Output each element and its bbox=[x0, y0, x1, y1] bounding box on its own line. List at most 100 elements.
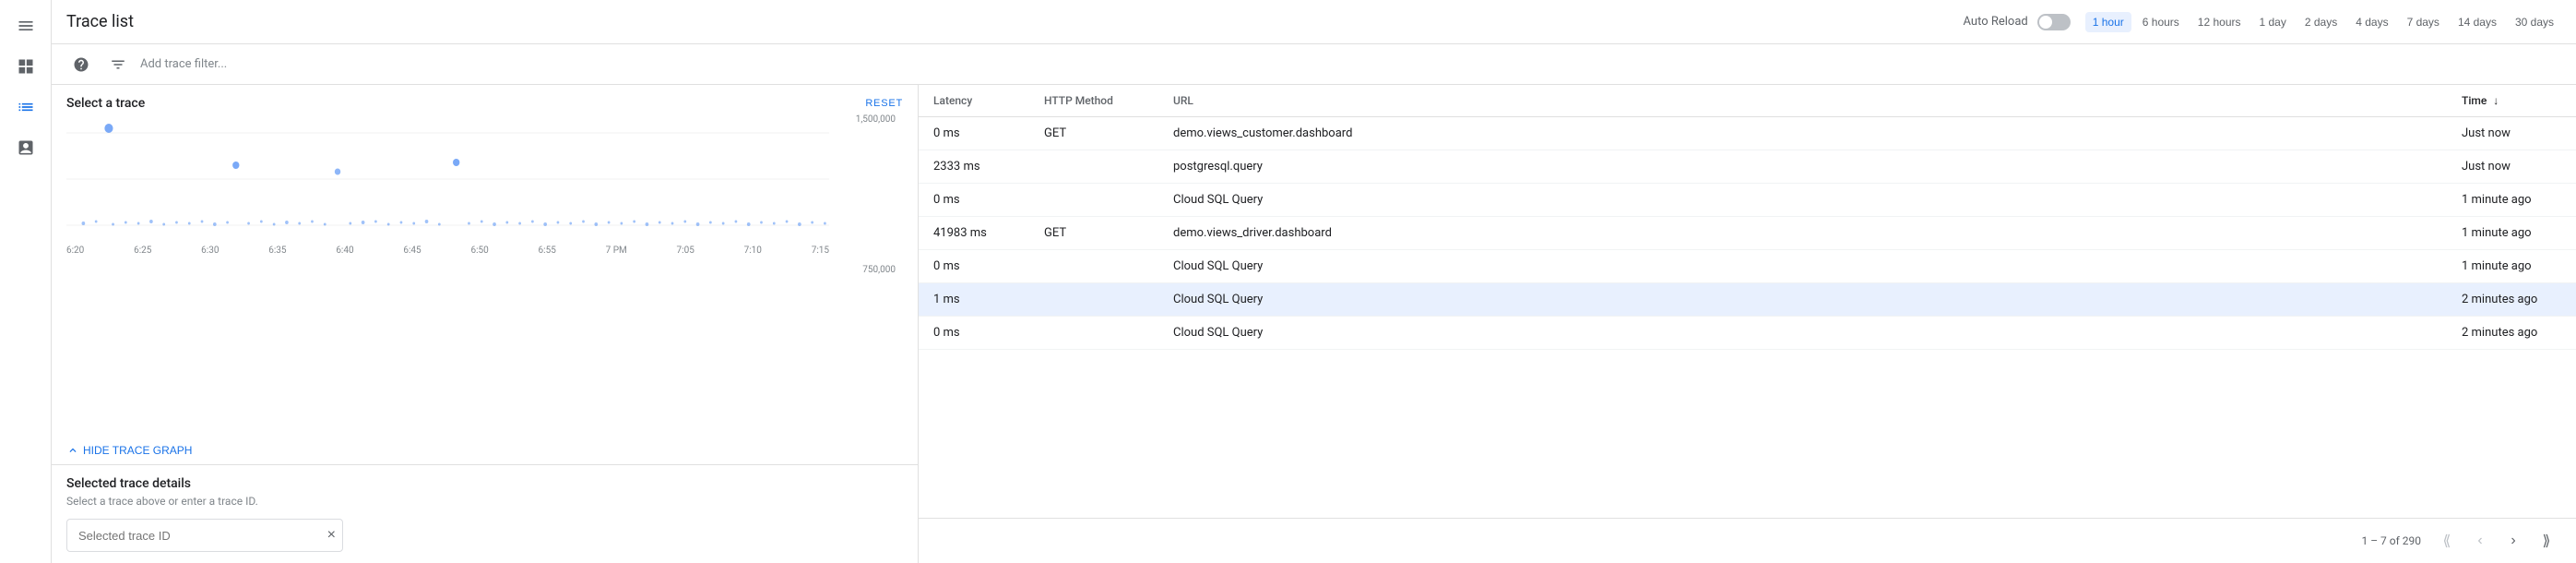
analytics-icon[interactable] bbox=[7, 129, 44, 166]
y-label-top: 1,500,000 bbox=[856, 114, 896, 125]
trace-details: Selected trace details Select a trace ab… bbox=[52, 464, 918, 563]
x-label-5: 6:45 bbox=[403, 246, 421, 256]
cell-method: GET bbox=[1029, 117, 1158, 150]
menu-icon[interactable] bbox=[7, 7, 44, 44]
filter-placeholder: Add trace filter... bbox=[140, 57, 227, 71]
page-title: Trace list bbox=[66, 12, 1964, 31]
time-btn-4d[interactable]: 4 days bbox=[2348, 12, 2395, 32]
table-row[interactable]: 2333 ms postgresql.query Just now bbox=[919, 150, 2576, 184]
cell-time: 1 minute ago bbox=[2447, 250, 2576, 283]
x-label-4: 6:40 bbox=[336, 246, 353, 256]
time-btn-1d[interactable]: 1 day bbox=[2252, 12, 2294, 32]
cell-time: 1 minute ago bbox=[2447, 184, 2576, 217]
graph-title: Select a trace bbox=[66, 96, 145, 111]
x-axis: 6:20 6:25 6:30 6:35 6:40 6:45 6:50 6:55 … bbox=[66, 244, 829, 258]
auto-reload-toggle[interactable] bbox=[2037, 14, 2071, 30]
time-btn-6h[interactable]: 6 hours bbox=[2135, 12, 2187, 32]
table-row[interactable]: 0 ms GET demo.views_customer.dashboard J… bbox=[919, 117, 2576, 150]
right-panel: Latency HTTP Method URL Time ↓ bbox=[919, 85, 2576, 563]
time-btn-30d[interactable]: 30 days bbox=[2508, 12, 2561, 32]
prev-page-button[interactable]: ‹ bbox=[2465, 526, 2495, 556]
trace-table: Latency HTTP Method URL Time ↓ bbox=[919, 85, 2576, 350]
graph-header: Select a trace RESET bbox=[52, 85, 918, 114]
hide-graph-label: HIDE TRACE GRAPH bbox=[83, 444, 192, 457]
x-label-11: 7:15 bbox=[812, 246, 829, 256]
x-label-3: 6:35 bbox=[268, 246, 286, 256]
cell-time: Just now bbox=[2447, 150, 2576, 184]
dashboard-icon[interactable] bbox=[7, 48, 44, 85]
cell-method bbox=[1029, 184, 1158, 217]
cell-latency: 1 ms bbox=[919, 283, 1029, 317]
table-body: 0 ms GET demo.views_customer.dashboard J… bbox=[919, 117, 2576, 350]
time-btn-12h[interactable]: 12 hours bbox=[2190, 12, 2249, 32]
col-header-time[interactable]: Time ↓ bbox=[2447, 85, 2576, 117]
x-label-8: 7 PM bbox=[606, 246, 627, 256]
trace-details-subtitle: Select a trace above or enter a trace ID… bbox=[66, 495, 903, 508]
x-label-6: 6:50 bbox=[470, 246, 488, 256]
col-header-url[interactable]: URL bbox=[1158, 85, 2447, 117]
clear-trace-id-button[interactable]: × bbox=[327, 528, 336, 543]
cell-latency: 0 ms bbox=[919, 117, 1029, 150]
x-label-10: 7:10 bbox=[744, 246, 762, 256]
trace-details-title: Selected trace details bbox=[66, 476, 903, 491]
auto-reload-label: Auto Reload bbox=[1964, 15, 2028, 29]
table-row[interactable]: 41983 ms GET demo.views_driver.dashboard… bbox=[919, 217, 2576, 250]
cell-latency: 0 ms bbox=[919, 184, 1029, 217]
cell-latency: 0 ms bbox=[919, 250, 1029, 283]
table-row[interactable]: 0 ms Cloud SQL Query 1 minute ago bbox=[919, 250, 2576, 283]
x-label-7: 6:55 bbox=[539, 246, 556, 256]
cell-url: demo.views_customer.dashboard bbox=[1158, 117, 2447, 150]
cell-method bbox=[1029, 250, 1158, 283]
table-row[interactable]: 0 ms Cloud SQL Query 1 minute ago bbox=[919, 184, 2576, 217]
y-axis: 1,500,000 750,000 bbox=[856, 114, 896, 414]
cell-url: postgresql.query bbox=[1158, 150, 2447, 184]
cell-url: Cloud SQL Query bbox=[1158, 184, 2447, 217]
time-btn-2d[interactable]: 2 days bbox=[2297, 12, 2345, 32]
cell-url: Cloud SQL Query bbox=[1158, 283, 2447, 317]
trace-id-input[interactable] bbox=[66, 519, 343, 552]
cell-url: Cloud SQL Query bbox=[1158, 250, 2447, 283]
cell-url: Cloud SQL Query bbox=[1158, 317, 2447, 350]
cell-method bbox=[1029, 150, 1158, 184]
table-row[interactable]: 1 ms Cloud SQL Query 2 minutes ago bbox=[919, 283, 2576, 317]
cell-latency: 2333 ms bbox=[919, 150, 1029, 184]
cell-method bbox=[1029, 317, 1158, 350]
x-label-9: 7:05 bbox=[677, 246, 694, 256]
cell-time: 2 minutes ago bbox=[2447, 283, 2576, 317]
reset-button[interactable]: RESET bbox=[865, 98, 903, 109]
cell-url: demo.views_driver.dashboard bbox=[1158, 217, 2447, 250]
table-row[interactable]: 0 ms Cloud SQL Query 2 minutes ago bbox=[919, 317, 2576, 350]
cell-method bbox=[1029, 283, 1158, 317]
left-panel: Select a trace RESET 1,500,000 750,000 bbox=[52, 85, 919, 563]
pagination-info: 1 – 7 of 290 bbox=[2361, 534, 2421, 547]
time-btn-14d[interactable]: 14 days bbox=[2451, 12, 2504, 32]
topbar: Trace list Auto Reload 1 hour 6 hours 12… bbox=[52, 0, 2576, 44]
last-page-button[interactable]: ⟫ bbox=[2532, 526, 2561, 556]
toggle-knob bbox=[2039, 16, 2052, 29]
cell-time: 2 minutes ago bbox=[2447, 317, 2576, 350]
hide-graph-button[interactable]: HIDE TRACE GRAPH bbox=[52, 437, 918, 464]
help-icon-btn[interactable] bbox=[66, 50, 96, 79]
trace-graph-svg[interactable] bbox=[66, 114, 829, 244]
main-content: Trace list Auto Reload 1 hour 6 hours 12… bbox=[52, 0, 2576, 563]
col-header-latency[interactable]: Latency bbox=[919, 85, 1029, 117]
time-btn-1h[interactable]: 1 hour bbox=[2085, 12, 2131, 32]
graph-area: 1,500,000 750,000 bbox=[52, 114, 918, 437]
content-area: Select a trace RESET 1,500,000 750,000 bbox=[52, 85, 2576, 563]
cell-time: 1 minute ago bbox=[2447, 217, 2576, 250]
pagination: 1 – 7 of 290 ⟪ ‹ › ⟫ bbox=[919, 518, 2576, 563]
col-header-method[interactable]: HTTP Method bbox=[1029, 85, 1158, 117]
table-container: Latency HTTP Method URL Time ↓ bbox=[919, 85, 2576, 518]
x-label-0: 6:20 bbox=[66, 246, 84, 256]
cell-latency: 41983 ms bbox=[919, 217, 1029, 250]
filter-icon-btn[interactable] bbox=[103, 50, 133, 79]
sort-desc-icon: ↓ bbox=[2493, 94, 2499, 107]
list-icon[interactable] bbox=[7, 89, 44, 126]
time-btn-7d[interactable]: 7 days bbox=[2400, 12, 2447, 32]
topbar-right: Auto Reload 1 hour 6 hours 12 hours 1 da… bbox=[1964, 12, 2562, 32]
next-page-button[interactable]: › bbox=[2499, 526, 2528, 556]
sidebar bbox=[0, 0, 52, 563]
table-header-row: Latency HTTP Method URL Time ↓ bbox=[919, 85, 2576, 117]
first-page-button[interactable]: ⟪ bbox=[2432, 526, 2462, 556]
trace-id-input-wrapper: × bbox=[66, 519, 343, 552]
